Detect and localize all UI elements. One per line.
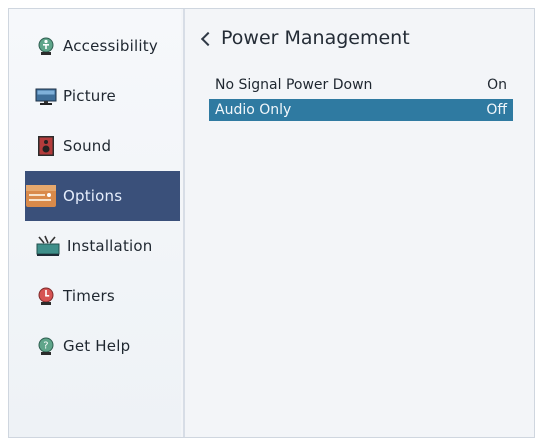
sidebar-item-label: Accessibility (63, 37, 158, 55)
sidebar-item-sound[interactable]: Sound (25, 121, 180, 171)
back-chevron-icon[interactable] (200, 31, 216, 46)
sidebar-item-label: Sound (63, 137, 112, 155)
sidebar-item-timers[interactable]: Timers (25, 271, 180, 321)
sidebar-item-get-help[interactable]: ? Get Help (25, 321, 180, 371)
options-icon (25, 183, 57, 209)
sidebar: Accessibility Picture Sound Options Inst… (9, 9, 181, 437)
page-header[interactable]: Power Management (200, 27, 410, 49)
settings-panel: Power Management No Signal Power Down On… (185, 9, 534, 437)
setting-label: No Signal Power Down (215, 77, 373, 93)
setting-label: Audio Only (215, 102, 292, 118)
sidebar-item-label: Options (63, 187, 123, 205)
installation-icon (35, 235, 61, 257)
page-title: Power Management (221, 27, 410, 49)
sidebar-item-label: Get Help (63, 337, 131, 355)
sound-icon (35, 135, 57, 157)
sidebar-item-installation[interactable]: Installation (25, 221, 180, 271)
get-help-icon: ? (35, 335, 57, 357)
sidebar-item-accessibility[interactable]: Accessibility (25, 21, 180, 71)
sidebar-item-label: Picture (63, 87, 116, 105)
setting-value: Off (486, 102, 507, 118)
svg-text:?: ? (43, 341, 49, 352)
accessibility-icon (35, 35, 57, 57)
sidebar-item-options[interactable]: Options (25, 171, 180, 221)
sidebar-item-picture[interactable]: Picture (25, 71, 180, 121)
setting-row-no-signal-power-down[interactable]: No Signal Power Down On (209, 74, 513, 96)
sidebar-item-label: Timers (63, 287, 115, 305)
picture-icon (35, 85, 57, 107)
setting-value: On (487, 77, 507, 93)
sidebar-item-label: Installation (67, 237, 153, 255)
setting-row-audio-only[interactable]: Audio Only Off (209, 99, 513, 121)
timers-icon (35, 285, 57, 307)
tv-menu-frame: Accessibility Picture Sound Options Inst… (8, 8, 535, 438)
